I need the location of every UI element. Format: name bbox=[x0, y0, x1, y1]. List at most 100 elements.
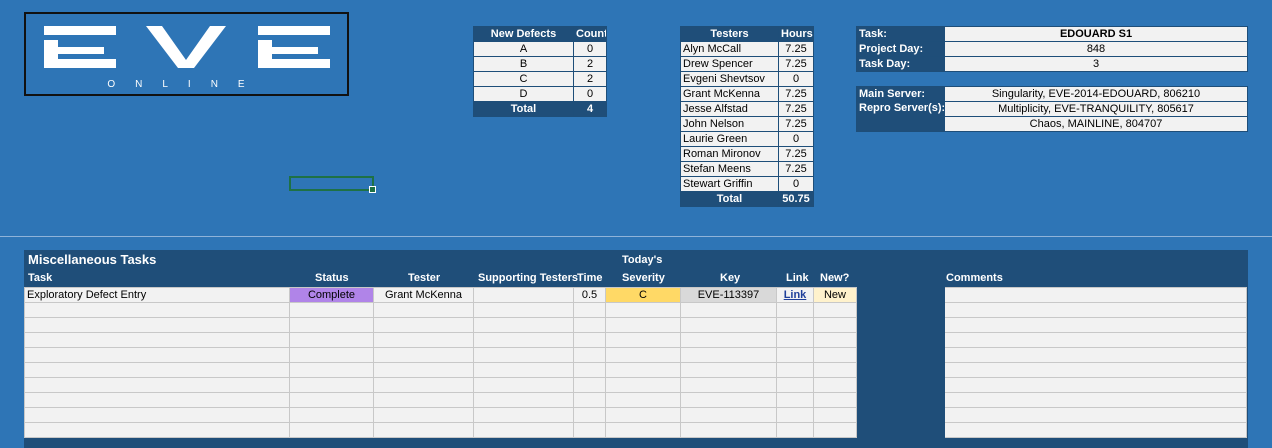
tester-hours[interactable]: 7.25 bbox=[778, 86, 814, 102]
key-cell[interactable] bbox=[680, 347, 777, 363]
link-cell[interactable] bbox=[776, 332, 814, 348]
status-cell[interactable] bbox=[289, 407, 374, 423]
link-cell[interactable] bbox=[776, 302, 814, 318]
new-cell[interactable] bbox=[813, 302, 857, 318]
repro-server-value[interactable]: Chaos, MAINLINE, 804707 bbox=[944, 116, 1248, 132]
comments-cell[interactable] bbox=[944, 347, 1247, 363]
defect-label[interactable]: B bbox=[473, 56, 574, 72]
key-cell[interactable] bbox=[680, 392, 777, 408]
tester-name[interactable]: Alyn McCall bbox=[680, 41, 779, 57]
severity-cell[interactable] bbox=[605, 422, 681, 438]
link-cell[interactable]: Link bbox=[776, 287, 814, 303]
tester-hours[interactable]: 7.25 bbox=[778, 161, 814, 177]
tester-hours[interactable]: 7.25 bbox=[778, 116, 814, 132]
task-cell[interactable] bbox=[24, 392, 290, 408]
tester-name[interactable]: Grant McKenna bbox=[680, 86, 779, 102]
defect-count[interactable]: 0 bbox=[573, 41, 607, 57]
tester-name[interactable]: John Nelson bbox=[680, 116, 779, 132]
status-cell[interactable] bbox=[289, 392, 374, 408]
link-cell[interactable] bbox=[776, 377, 814, 393]
status-cell[interactable] bbox=[289, 422, 374, 438]
status-cell[interactable] bbox=[289, 347, 374, 363]
severity-cell[interactable] bbox=[605, 332, 681, 348]
new-cell[interactable] bbox=[813, 332, 857, 348]
comments-cell[interactable] bbox=[944, 422, 1247, 438]
new-cell[interactable] bbox=[813, 362, 857, 378]
tester-cell[interactable] bbox=[373, 377, 474, 393]
new-cell[interactable]: New bbox=[813, 287, 857, 303]
tester-hours[interactable]: 7.25 bbox=[778, 41, 814, 57]
defect-count[interactable]: 2 bbox=[573, 71, 607, 87]
supporting-cell[interactable] bbox=[473, 287, 574, 303]
repro-server-value[interactable]: Multiplicity, EVE-TRANQUILITY, 805617 bbox=[944, 101, 1248, 117]
severity-cell[interactable] bbox=[605, 362, 681, 378]
time-cell[interactable] bbox=[573, 302, 606, 318]
link-cell[interactable] bbox=[776, 392, 814, 408]
main-server-value[interactable]: Singularity, EVE-2014-EDOUARD, 806210 bbox=[944, 86, 1248, 102]
key-cell[interactable] bbox=[680, 332, 777, 348]
tester-cell[interactable] bbox=[373, 392, 474, 408]
time-cell[interactable] bbox=[573, 317, 606, 333]
tester-cell[interactable] bbox=[373, 302, 474, 318]
status-cell[interactable] bbox=[289, 302, 374, 318]
comments-cell[interactable] bbox=[944, 317, 1247, 333]
supporting-cell[interactable] bbox=[473, 392, 574, 408]
project-day-value[interactable]: 848 bbox=[944, 41, 1248, 57]
time-cell[interactable] bbox=[573, 392, 606, 408]
supporting-cell[interactable] bbox=[473, 347, 574, 363]
tester-hours[interactable]: 7.25 bbox=[778, 101, 814, 117]
supporting-cell[interactable] bbox=[473, 362, 574, 378]
task-cell[interactable] bbox=[24, 317, 290, 333]
link-cell[interactable] bbox=[776, 362, 814, 378]
supporting-cell[interactable] bbox=[473, 302, 574, 318]
tester-cell[interactable] bbox=[373, 332, 474, 348]
tester-hours[interactable]: 0 bbox=[778, 71, 814, 87]
comments-cell[interactable] bbox=[944, 302, 1247, 318]
link-cell[interactable] bbox=[776, 347, 814, 363]
severity-cell[interactable] bbox=[605, 317, 681, 333]
supporting-cell[interactable] bbox=[473, 332, 574, 348]
link-cell[interactable] bbox=[776, 422, 814, 438]
status-cell[interactable] bbox=[289, 377, 374, 393]
tester-cell[interactable] bbox=[373, 407, 474, 423]
tester-hours[interactable]: 0 bbox=[778, 176, 814, 192]
key-cell[interactable]: EVE-113397 bbox=[680, 287, 777, 303]
supporting-cell[interactable] bbox=[473, 377, 574, 393]
comments-cell[interactable] bbox=[944, 392, 1247, 408]
time-cell[interactable] bbox=[573, 332, 606, 348]
time-cell[interactable]: 0.5 bbox=[573, 287, 606, 303]
key-cell[interactable] bbox=[680, 407, 777, 423]
severity-cell[interactable] bbox=[605, 392, 681, 408]
comments-cell[interactable] bbox=[944, 332, 1247, 348]
tester-name[interactable]: Jesse Alfstad bbox=[680, 101, 779, 117]
key-cell[interactable] bbox=[680, 422, 777, 438]
status-cell[interactable]: Complete bbox=[289, 287, 374, 303]
task-cell[interactable] bbox=[24, 422, 290, 438]
defect-label[interactable]: C bbox=[473, 71, 574, 87]
severity-cell[interactable] bbox=[605, 377, 681, 393]
tester-name[interactable]: Stewart Griffin bbox=[680, 176, 779, 192]
key-cell[interactable] bbox=[680, 377, 777, 393]
time-cell[interactable] bbox=[573, 347, 606, 363]
tester-name[interactable]: Stefan Meens bbox=[680, 161, 779, 177]
status-cell[interactable] bbox=[289, 317, 374, 333]
new-cell[interactable] bbox=[813, 377, 857, 393]
task-cell[interactable]: Exploratory Defect Entry bbox=[24, 287, 290, 303]
task-cell[interactable] bbox=[24, 362, 290, 378]
task-day-value[interactable]: 3 bbox=[944, 56, 1248, 72]
tester-cell[interactable] bbox=[373, 317, 474, 333]
task-cell[interactable] bbox=[24, 332, 290, 348]
comments-cell[interactable] bbox=[944, 362, 1247, 378]
defect-label[interactable]: A bbox=[473, 41, 574, 57]
supporting-cell[interactable] bbox=[473, 422, 574, 438]
task-cell[interactable] bbox=[24, 377, 290, 393]
comments-cell[interactable] bbox=[944, 287, 1247, 303]
tester-hours[interactable]: 7.25 bbox=[778, 56, 814, 72]
tester-name[interactable]: Drew Spencer bbox=[680, 56, 779, 72]
key-cell[interactable] bbox=[680, 317, 777, 333]
task-cell[interactable] bbox=[24, 302, 290, 318]
tester-name[interactable]: Laurie Green bbox=[680, 131, 779, 147]
defect-count[interactable]: 2 bbox=[573, 56, 607, 72]
severity-cell[interactable] bbox=[605, 347, 681, 363]
tester-name[interactable]: Evgeni Shevtsov bbox=[680, 71, 779, 87]
